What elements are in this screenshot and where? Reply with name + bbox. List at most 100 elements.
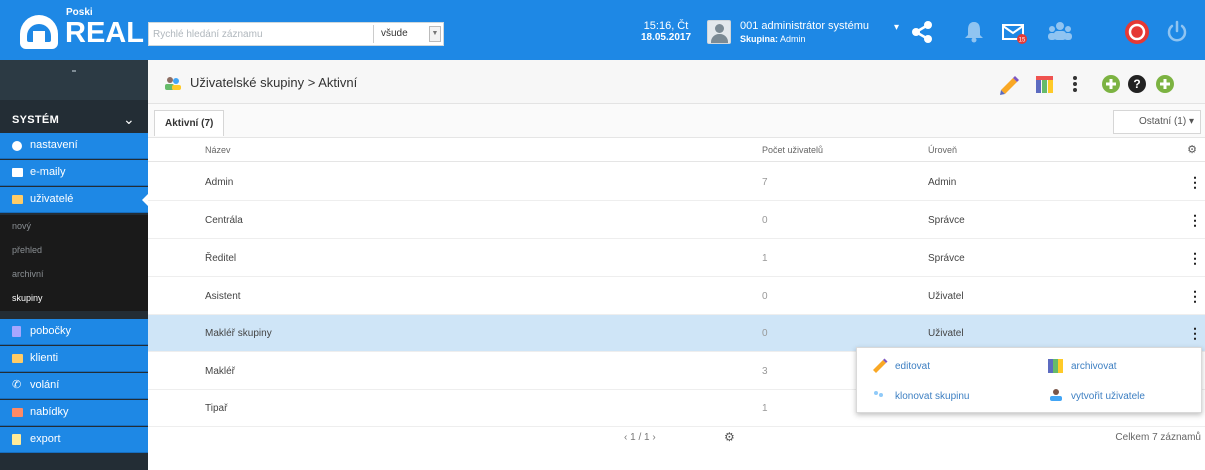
sidebar-item-label: klienti <box>30 352 59 364</box>
cell-count: 0 <box>762 291 768 302</box>
user-group-value: Admin <box>780 34 806 44</box>
sidebar-item-emails[interactable]: e-maily <box>0 160 148 186</box>
avatar <box>707 20 731 44</box>
breadcrumb: Uživatelské skupiny > Aktivní <box>190 75 358 90</box>
search-divider <box>373 25 374 43</box>
page-header: Uživatelské skupiny > Aktivní ? <box>148 60 1205 104</box>
clients-icon <box>12 354 23 363</box>
group-users-icon[interactable] <box>1046 18 1074 46</box>
clone-icon <box>871 387 889 403</box>
mail-icon[interactable]: 15 <box>1000 18 1028 46</box>
email-icon <box>12 168 23 177</box>
cell-count: 3 <box>762 366 768 377</box>
phone-icon: ✆ <box>12 379 22 391</box>
more-vertical-icon[interactable] <box>1064 73 1086 95</box>
sidebar-subitem-archived[interactable]: archivní <box>0 263 148 287</box>
row-menu-icon[interactable]: ⋮ <box>1188 173 1202 191</box>
sidebar-item-export[interactable]: export <box>0 427 148 453</box>
menu-item-label: klonovat skupinu <box>895 391 970 402</box>
share-icon[interactable] <box>908 18 936 46</box>
sidebar-section-system[interactable]: SYSTÉM ⌄ <box>0 110 148 130</box>
logo-title: REAL <box>65 17 144 49</box>
sidebar-handle-icon[interactable] <box>72 70 76 72</box>
cell-level: Uživatel <box>928 291 964 302</box>
sidebar-subitem-overview[interactable]: přehled <box>0 239 148 263</box>
sidebar-item-label: export <box>30 433 61 445</box>
sidebar-item-settings[interactable]: nastavení <box>0 133 148 159</box>
sidebar-subitem-label: nový <box>12 221 32 231</box>
sidebar-subitem-label: archivní <box>12 269 44 279</box>
cell-count: 1 <box>762 403 768 414</box>
logo-house-icon <box>20 15 58 49</box>
table-row[interactable]: Asistent 0 Uživatel ⋮ <box>148 278 1205 315</box>
user-menu[interactable]: 001 administrátor systému Skupina: Admin… <box>707 18 902 46</box>
tab-bar: Aktivní (7) Ostatní (1) ▾ <box>148 104 1205 138</box>
sidebar-subitem-new[interactable]: nový <box>0 215 148 239</box>
cell-name: Centrála <box>205 215 243 226</box>
menu-item-label: archivovat <box>1071 361 1117 372</box>
column-header-count[interactable]: Počet uživatelů <box>762 145 823 155</box>
sidebar-item-offers[interactable]: nabídky <box>0 400 148 426</box>
column-header-level[interactable]: Úroveň <box>928 145 957 155</box>
chevron-down-icon[interactable]: ▼ <box>429 26 441 42</box>
table-row[interactable]: Centrála 0 Správce ⋮ <box>148 202 1205 239</box>
sidebar-item-label: uživatelé <box>30 193 74 205</box>
cell-level: Správce <box>928 253 965 264</box>
record-icon[interactable] <box>1123 18 1151 46</box>
caret-down-icon[interactable]: ▾ <box>894 22 899 33</box>
row-menu-icon[interactable]: ⋮ <box>1188 287 1202 305</box>
table-row[interactable]: Admin 7 Admin ⋮ <box>148 164 1205 201</box>
clock: 15:16, Čt 18.05.2017 <box>636 20 696 43</box>
sidebar-item-label: pobočky <box>30 325 71 337</box>
sidebar-top <box>0 60 148 100</box>
cell-count: 7 <box>762 177 768 188</box>
tab-active[interactable]: Aktivní (7) <box>154 110 225 136</box>
search-scope-select[interactable]: všude <box>381 28 408 39</box>
building-icon <box>12 326 21 337</box>
archive-icon[interactable] <box>1034 73 1056 95</box>
cell-level: Správce <box>928 215 965 226</box>
cell-name: Makléř skupiny <box>205 328 272 339</box>
menu-item-label: editovat <box>895 361 931 372</box>
help-icon[interactable]: ? <box>1126 73 1148 95</box>
bell-icon[interactable] <box>960 18 988 46</box>
row-menu-icon[interactable]: ⋮ <box>1188 324 1202 342</box>
add-record-icon[interactable] <box>1154 73 1176 95</box>
sidebar-subitem-label: přehled <box>12 245 43 255</box>
columns-settings-icon[interactable]: ⚙ <box>1187 143 1197 156</box>
sidebar-item-clients[interactable]: klienti <box>0 346 148 372</box>
edit-icon <box>871 357 889 373</box>
sidebar-subitem-groups[interactable]: skupiny <box>0 287 148 311</box>
pagination-settings-icon[interactable]: ⚙ <box>724 430 735 444</box>
cell-name: Ředitel <box>205 253 237 264</box>
sidebar-item-label: volání <box>30 379 60 391</box>
row-menu-icon[interactable]: ⋮ <box>1188 211 1202 229</box>
pagination[interactable]: ‹ 1 / 1 › <box>624 432 656 443</box>
archive-icon <box>1047 357 1065 373</box>
cell-count: 0 <box>762 328 768 339</box>
sidebar-item-label: nabídky <box>30 406 69 418</box>
record-count: Celkem 7 záznamů <box>1115 432 1201 443</box>
sidebar-item-label: nastavení <box>30 139 78 151</box>
search-input[interactable] <box>149 23 371 45</box>
top-bar: Poski REAL všude ▼ 15:16, Čt 18.05.2017 … <box>0 0 1205 60</box>
column-header-name[interactable]: Název <box>205 145 231 155</box>
clock-date: 18.05.2017 <box>640 32 692 43</box>
power-icon[interactable] <box>1163 18 1191 46</box>
table-header: Název Počet uživatelů Úroveň ⚙ <box>148 138 1205 162</box>
table-row[interactable]: Ředitel 1 Správce ⋮ <box>148 240 1205 277</box>
sidebar-item-branches[interactable]: pobočky <box>0 319 148 345</box>
cell-name: Tipař <box>205 403 228 414</box>
gear-icon <box>12 141 22 151</box>
sidebar-item-users[interactable]: uživatelé <box>0 187 149 213</box>
app-logo[interactable]: Poski REAL <box>8 3 144 59</box>
sidebar-item-calls[interactable]: ✆ volání <box>0 373 148 399</box>
add-icon[interactable] <box>1100 73 1122 95</box>
cell-name: Asistent <box>205 291 241 302</box>
users-icon <box>12 195 23 204</box>
edit-icon[interactable] <box>998 73 1020 95</box>
row-menu-icon[interactable]: ⋮ <box>1188 249 1202 267</box>
other-tabs-dropdown[interactable]: Ostatní (1) ▾ <box>1113 110 1201 134</box>
quick-search: všude ▼ <box>148 22 444 46</box>
user-group: Skupina: Admin <box>740 34 806 44</box>
